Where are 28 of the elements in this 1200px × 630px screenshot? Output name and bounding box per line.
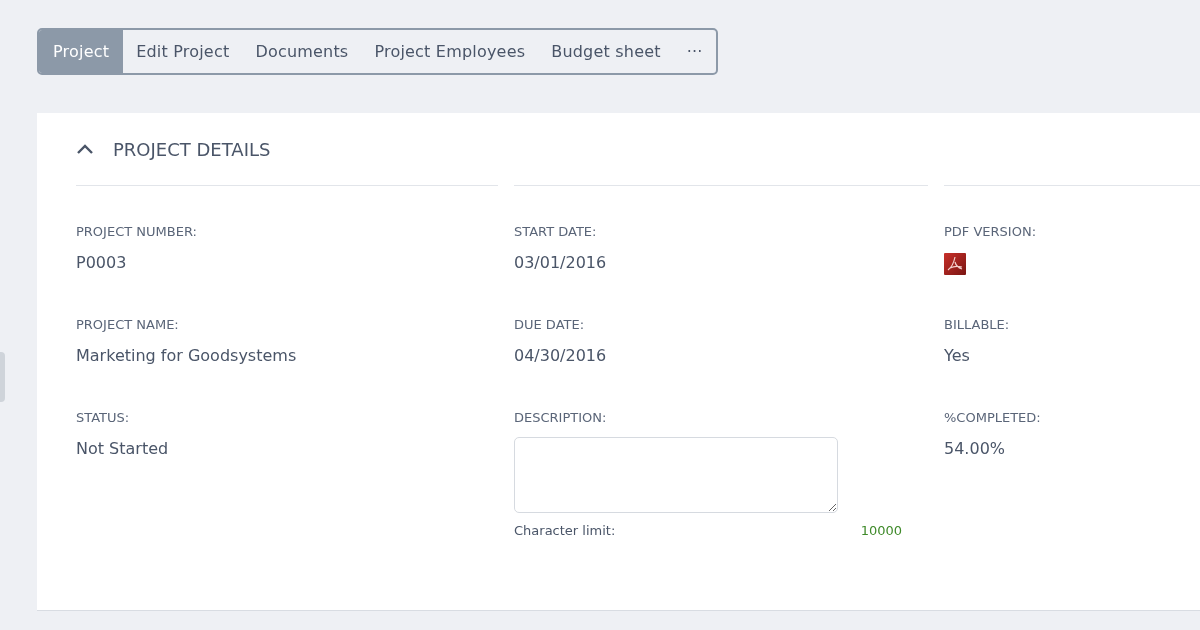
- field-label: START DATE:: [514, 224, 598, 239]
- field-value: Marketing for Goodsystems: [76, 346, 298, 365]
- field-label: DUE DATE:: [514, 317, 586, 332]
- tab[interactable]: Budget sheet: [538, 30, 674, 73]
- field-value: P0003: [76, 253, 128, 272]
- field-label: PROJECT NAME:: [76, 317, 180, 332]
- field-value: Not Started: [76, 439, 170, 458]
- side-handle[interactable]: [0, 352, 5, 402]
- field-label: %COMPLETED:: [944, 410, 1042, 425]
- tab[interactable]: Edit Project: [123, 30, 243, 73]
- section-title: PROJECT DETAILS: [113, 138, 271, 160]
- more-tab[interactable]: ···: [673, 30, 716, 73]
- collapse-caret-icon[interactable]: [76, 143, 94, 155]
- description-field[interactable]: [514, 437, 838, 513]
- tab[interactable]: Project Employees: [361, 30, 539, 73]
- field-label: BILLABLE:: [944, 317, 1011, 332]
- tab[interactable]: Documents: [242, 30, 362, 73]
- field-label: DESCRIPTION:: [514, 410, 608, 425]
- field-label: PROJECT NUMBER:: [76, 224, 198, 239]
- field-label: STATUS:: [76, 410, 131, 425]
- field-label: PDF VERSION:: [944, 224, 1038, 239]
- character-limit-value: 10000: [860, 523, 902, 538]
- field-value: 54.00%: [944, 439, 1006, 458]
- pdf-icon[interactable]: [944, 253, 966, 275]
- field-value: 03/01/2016: [514, 253, 608, 272]
- character-limit-label: Character limit:: [514, 523, 616, 538]
- field-value: 04/30/2016: [514, 346, 608, 365]
- field-value: Yes: [944, 346, 971, 365]
